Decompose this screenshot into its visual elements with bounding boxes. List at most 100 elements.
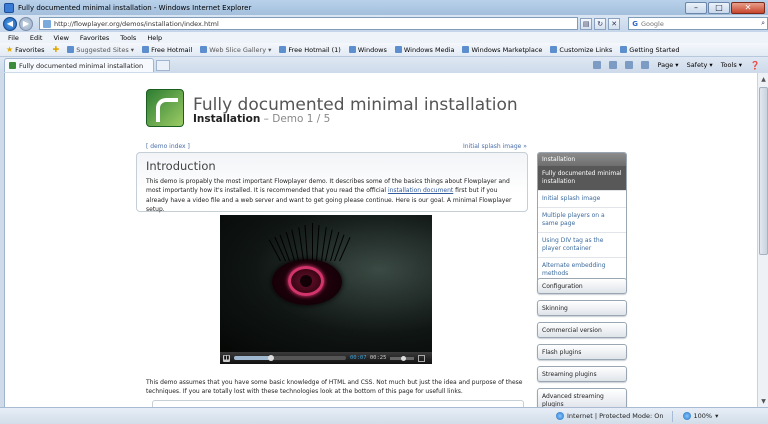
url-input[interactable] [53, 19, 554, 28]
google-icon: G [632, 19, 638, 28]
zoom-icon [682, 412, 691, 420]
menu-view[interactable]: View [53, 34, 68, 42]
menu-tools[interactable]: Tools [120, 34, 136, 42]
menu-file[interactable]: File [8, 34, 19, 42]
time-current: 00:07 [350, 355, 367, 361]
mail-icon[interactable] [625, 61, 634, 69]
command-bar: Page ▾ Safety ▾ Tools ▾ ❓ [593, 61, 760, 70]
fav-getting-started[interactable]: Getting Started [620, 46, 680, 54]
menu-edit[interactable]: Edit [30, 34, 43, 42]
compatibility-view-icon[interactable]: ▤ [580, 17, 593, 30]
tools-menu[interactable]: Tools ▾ [721, 61, 742, 69]
nav-section-flash-plugins[interactable]: Flash plugins [537, 344, 627, 360]
flowplayer-favicon [9, 62, 16, 69]
nav-item-div-container[interactable]: Using DIV tag as the player container [538, 232, 626, 257]
installation-document-link[interactable]: installation document [388, 187, 453, 194]
window-title: Fully documented minimal installation - … [18, 3, 252, 12]
menu-help[interactable]: Help [147, 34, 162, 42]
nav-section-configuration[interactable]: Configuration [537, 278, 627, 294]
next-demo-link[interactable]: Initial splash image » [463, 143, 527, 150]
scrollbar-thumb[interactable] [759, 87, 768, 255]
subtitle-section: Installation [193, 113, 261, 125]
video-player[interactable]: ▮▮ 00:07 00:25 [220, 215, 432, 364]
time-display: 00:07 00:25 [350, 355, 386, 361]
site-icon [279, 46, 287, 53]
favorites-label: Favorites [15, 45, 45, 54]
browser-tab[interactable]: Fully documented minimal installation [4, 58, 154, 72]
video-frame[interactable] [220, 215, 432, 352]
nav-item-minimal-installation[interactable]: Fully documented minimal installation [538, 166, 626, 190]
seek-handle[interactable] [267, 355, 274, 361]
nav-section-commercial-version[interactable]: Commercial version [537, 322, 627, 338]
zoom-level: 100% [693, 412, 713, 420]
site-icon [394, 46, 402, 53]
site-icon [462, 46, 470, 53]
site-icon [142, 46, 150, 53]
status-separator [671, 410, 673, 422]
nav-section-streaming-plugins[interactable]: Streaming plugins [537, 366, 627, 382]
scroll-down-icon[interactable]: ▼ [759, 396, 768, 406]
demo-index-link[interactable]: [ demo index ] [146, 143, 190, 150]
back-button[interactable]: ◀ [3, 16, 17, 31]
menu-favorites[interactable]: Favorites [80, 34, 109, 42]
refresh-icon[interactable]: ↻ [594, 17, 607, 30]
intro-title: Introduction [146, 159, 216, 173]
installation-nav: Installation Fully documented minimal in… [537, 152, 627, 283]
new-tab-button[interactable] [156, 59, 170, 71]
favorites-bar: ★ Favorites ✚ Suggested Sites ▾ Free Hotm… [0, 43, 768, 57]
intro-text: This demo is propably the most important… [146, 178, 512, 213]
zone-text: Internet | Protected Mode: On [567, 412, 664, 420]
scroll-up-icon[interactable]: ▲ [759, 74, 768, 84]
page-subtitle: Installation – Demo 1 / 5 [193, 113, 330, 125]
page-menu[interactable]: Page ▾ [657, 61, 678, 69]
add-favorite-icon[interactable]: ✚ [53, 45, 60, 54]
stop-icon[interactable]: ✕ [608, 17, 621, 30]
address-bar[interactable] [38, 17, 579, 30]
fav-free-hotmail-1[interactable]: Free Hotmail (1) [279, 46, 341, 54]
nav-item-initial-splash[interactable]: Initial splash image [538, 190, 626, 207]
page-content: Fully documented minimal installation In… [4, 73, 757, 407]
fav-suggested-sites[interactable]: Suggested Sites ▾ [67, 46, 134, 54]
address-row: ◀ ▶ ▤ ↻ ✕ G ⌕ [0, 15, 768, 32]
site-icon [348, 46, 356, 53]
player-controls: ▮▮ 00:07 00:25 [220, 352, 432, 364]
video-eyelash [297, 227, 304, 262]
fav-customize-links[interactable]: Customize Links [550, 46, 612, 54]
globe-icon [556, 412, 564, 420]
safety-menu[interactable]: Safety ▾ [687, 61, 713, 69]
volume-slider[interactable] [390, 355, 415, 361]
fav-windows[interactable]: Windows [348, 46, 387, 54]
fullscreen-icon[interactable] [418, 354, 426, 362]
favorites-button[interactable]: ★ Favorites [6, 45, 45, 54]
minimize-button[interactable]: – [685, 1, 707, 14]
fav-free-hotmail[interactable]: Free Hotmail [142, 46, 192, 54]
search-box[interactable]: G ⌕ [628, 17, 768, 30]
nav-item-multiple-players[interactable]: Multiple players on a same page [538, 207, 626, 232]
nav-section-advanced-streaming[interactable]: Advanced streaming plugins [537, 388, 627, 407]
fav-web-slice-gallery[interactable]: Web Slice Gallery ▾ [200, 46, 271, 54]
seek-bar[interactable] [234, 355, 346, 361]
nav-section-skinning[interactable]: Skinning [537, 300, 627, 316]
nav-group-title[interactable]: Installation [538, 153, 626, 166]
feeds-icon[interactable] [609, 61, 618, 69]
vertical-scrollbar[interactable]: ▲ ▼ [757, 73, 768, 407]
fav-windows-media[interactable]: Windows Media [394, 46, 454, 54]
close-button[interactable]: ✕ [731, 1, 765, 14]
help-icon[interactable]: ❓ [750, 61, 760, 70]
video-eyelash [268, 239, 281, 262]
ie-app-icon [4, 2, 14, 13]
print-icon[interactable] [641, 61, 650, 69]
forward-button[interactable]: ▶ [18, 16, 33, 31]
zoom-control[interactable]: 100% ▾ [682, 412, 718, 420]
search-input[interactable] [640, 19, 741, 28]
video-eye-pupil [300, 275, 312, 287]
search-icon[interactable]: ⌕ [761, 19, 765, 28]
fav-windows-marketplace[interactable]: Windows Marketplace [462, 46, 542, 54]
tab-row: Fully documented minimal installation Pa… [0, 57, 768, 73]
site-icon [67, 46, 75, 53]
pause-button[interactable]: ▮▮ [223, 354, 230, 362]
home-icon[interactable] [593, 61, 602, 69]
subtitle-demo-number: – Demo 1 / 5 [260, 113, 331, 125]
security-zone[interactable]: Internet | Protected Mode: On [556, 412, 664, 420]
maximize-button[interactable]: □ [708, 1, 730, 14]
